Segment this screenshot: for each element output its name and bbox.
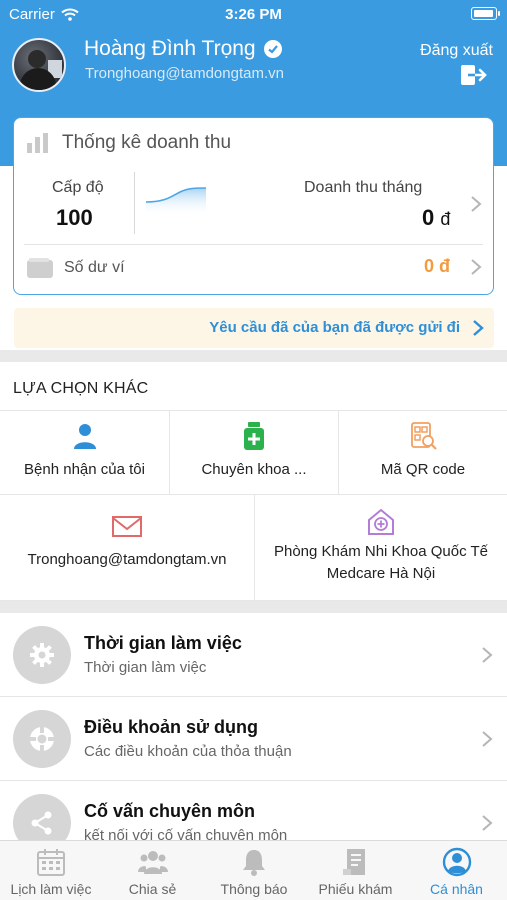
tab-label: Thông báo xyxy=(220,881,288,897)
logout-button[interactable]: Đăng xuất xyxy=(420,42,493,60)
menu-subtitle: Thời gian làm việc xyxy=(84,659,207,676)
logout-icon[interactable] xyxy=(460,64,488,86)
level-value: 100 xyxy=(56,205,93,230)
option-email[interactable]: Tronghoang@tamdongtam.vn xyxy=(0,495,255,601)
stats-title: Thống kê doanh thu xyxy=(26,132,231,154)
mail-icon xyxy=(112,516,142,537)
tab-share[interactable]: Chia sẻ xyxy=(102,841,203,900)
menu-title: Thời gian làm việc xyxy=(84,633,242,653)
avatar[interactable] xyxy=(12,38,66,92)
chevron-right-icon xyxy=(482,731,493,747)
calendar-icon xyxy=(37,849,65,876)
wallet-label: Số dư ví xyxy=(64,259,125,276)
option-label: Mã QR code xyxy=(380,461,466,478)
wallet-icon xyxy=(27,258,53,278)
option-qr-code[interactable]: Mã QR code xyxy=(339,410,507,495)
tab-bar: Lịch làm việc Chia sẻ Thông báo Phiếu kh… xyxy=(0,840,507,900)
user-name-text: Hoàng Đình Trọng xyxy=(84,37,256,60)
verified-icon xyxy=(263,40,282,58)
tab-label: Chia sẻ xyxy=(128,881,177,897)
person-icon xyxy=(73,424,96,449)
monthly-revenue-value: 0 đ xyxy=(422,205,450,231)
option-label: Tronghoang@tamdongtam.vn xyxy=(27,551,227,568)
bar-chart-icon xyxy=(27,133,48,153)
section-separator xyxy=(0,601,507,613)
stats-title-text: Thống kê doanh thu xyxy=(62,132,232,153)
chevron-right-icon xyxy=(482,647,493,663)
gear-icon xyxy=(13,626,71,684)
terms-icon xyxy=(13,710,71,768)
tab-label: Cá nhân xyxy=(430,881,483,897)
chevron-right-icon[interactable] xyxy=(470,258,482,276)
tab-schedule[interactable]: Lịch làm việc xyxy=(0,841,102,900)
option-label: Phòng Khám Nhi Khoa Quốc Tế Medcare Hà N… xyxy=(273,543,489,582)
tab-exam-forms[interactable]: Phiếu khám xyxy=(305,841,406,900)
clock: 3:26 PM xyxy=(225,6,282,23)
option-label: Bệnh nhận của tôi xyxy=(24,461,145,478)
request-notice[interactable]: Yêu cầu đã của bạn đã được gửi đi xyxy=(14,308,494,348)
group-icon xyxy=(137,851,168,874)
revenue-stats-card[interactable]: Thống kê doanh thu Cấp độ 100 Doanh thu … xyxy=(13,117,494,295)
stats-divider xyxy=(134,172,135,234)
revenue-sparkline xyxy=(145,187,207,216)
status-bar: Carrier 3:26 PM xyxy=(0,0,507,28)
menu-subtitle: Các điều khoản của thỏa thuận xyxy=(84,743,292,760)
user-email: Tronghoang@tamdongtam.vn xyxy=(85,65,284,82)
battery-icon xyxy=(471,7,500,20)
menu-title: Điều khoản sử dụng xyxy=(84,717,259,737)
clinic-icon xyxy=(368,508,394,535)
monthly-revenue-label: Doanh thu tháng xyxy=(304,179,423,196)
menu-working-hours[interactable]: Thời gian làm việc Thời gian làm việc xyxy=(0,613,507,697)
level-label: Cấp độ xyxy=(52,179,104,196)
option-specialty[interactable]: Chuyên khoa ... xyxy=(170,410,339,495)
tab-label: Lịch làm việc xyxy=(10,881,92,897)
user-name: Hoàng Đình Trọng xyxy=(84,37,282,61)
option-my-patients[interactable]: Bệnh nhận của tôi xyxy=(0,410,170,495)
menu-title: Cố vấn chuyên môn xyxy=(84,801,256,821)
menu-terms-of-use[interactable]: Điều khoản sử dụng Các điều khoản của th… xyxy=(0,697,507,781)
other-options-title: LỰA CHỌN KHÁC xyxy=(13,380,149,397)
tab-profile[interactable]: Cá nhân xyxy=(406,841,507,900)
medicine-bottle-icon xyxy=(244,422,264,450)
wallet-row[interactable]: Số dư ví xyxy=(26,257,125,279)
user-circle-icon xyxy=(442,847,471,877)
option-clinic[interactable]: Phòng Khám Nhi Khoa Quốc Tế Medcare Hà N… xyxy=(255,495,507,601)
chevron-right-icon[interactable] xyxy=(470,195,482,213)
monthly-revenue-amount: 0 xyxy=(422,205,435,230)
tab-notifications[interactable]: Thông báo xyxy=(203,841,305,900)
monthly-revenue-currency: đ xyxy=(440,209,451,229)
notice-text: Yêu cầu đã của bạn đã được gửi đi xyxy=(209,319,460,336)
wallet-balance: 0 đ xyxy=(424,256,451,276)
chevron-right-icon[interactable] xyxy=(472,319,484,337)
chevron-right-icon xyxy=(482,815,493,831)
card-divider xyxy=(24,244,483,245)
section-separator xyxy=(0,350,507,362)
qr-code-icon xyxy=(411,422,437,450)
tab-label: Phiếu khám xyxy=(318,881,393,897)
option-label: Chuyên khoa ... xyxy=(201,461,307,478)
bell-icon xyxy=(243,850,265,876)
document-icon xyxy=(342,849,365,875)
